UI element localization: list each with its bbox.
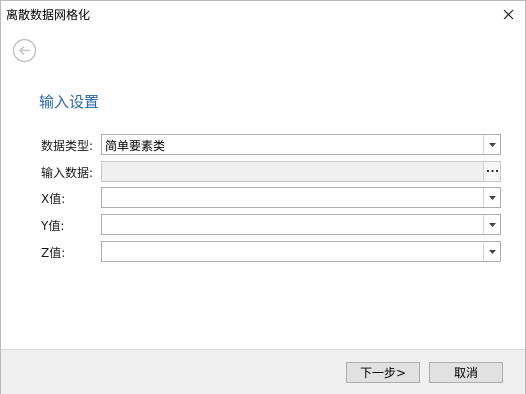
data-type-row: 数据类型: 简单要素类 xyxy=(41,134,501,155)
next-button[interactable]: 下一步> xyxy=(346,362,420,383)
chevron-down-icon xyxy=(488,249,496,254)
input-data-row: 输入数据: xyxy=(41,161,501,182)
back-button[interactable] xyxy=(11,37,37,63)
ellipsis-icon xyxy=(486,170,498,172)
chevron-down-icon xyxy=(488,195,496,200)
y-value-label: Y值: xyxy=(41,219,65,233)
x-value-select[interactable] xyxy=(101,187,501,208)
input-data-field[interactable] xyxy=(101,161,501,182)
data-type-value: 简单要素类 xyxy=(105,139,166,153)
chevron-down-icon xyxy=(488,142,496,147)
z-value-select[interactable] xyxy=(101,241,501,262)
close-icon xyxy=(503,9,513,19)
close-button[interactable] xyxy=(491,1,525,27)
y-value-select[interactable] xyxy=(101,214,501,235)
input-data-browse-button[interactable] xyxy=(483,162,500,181)
cancel-button[interactable]: 取消 xyxy=(429,362,503,383)
z-value-label: Z值: xyxy=(41,246,66,260)
dialog-footer: 下一步> 取消 xyxy=(1,349,525,394)
window-title: 离散数据网格化 xyxy=(6,8,91,22)
data-type-select[interactable]: 简单要素类 xyxy=(101,134,501,155)
y-value-row: Y值: xyxy=(41,214,501,235)
chevron-down-icon xyxy=(488,222,496,227)
z-value-row: Z值: xyxy=(41,241,501,262)
data-type-dropdown-button[interactable] xyxy=(483,135,500,154)
x-value-label: X值: xyxy=(41,192,66,206)
y-value-dropdown-button[interactable] xyxy=(483,215,500,234)
input-data-label: 输入数据: xyxy=(41,166,94,180)
x-value-dropdown-button[interactable] xyxy=(483,188,500,207)
z-value-dropdown-button[interactable] xyxy=(483,242,500,261)
section-title: 输入设置 xyxy=(39,93,100,111)
x-value-row: X值: xyxy=(41,187,501,208)
dialog-window: 离散数据网格化 输入设置 数据类型: 简单要素类 输入数据: X值: Y值: Z… xyxy=(0,0,526,394)
back-arrow-icon xyxy=(12,38,36,62)
title-bar: 离散数据网格化 xyxy=(1,1,525,27)
data-type-label: 数据类型: xyxy=(41,139,94,153)
